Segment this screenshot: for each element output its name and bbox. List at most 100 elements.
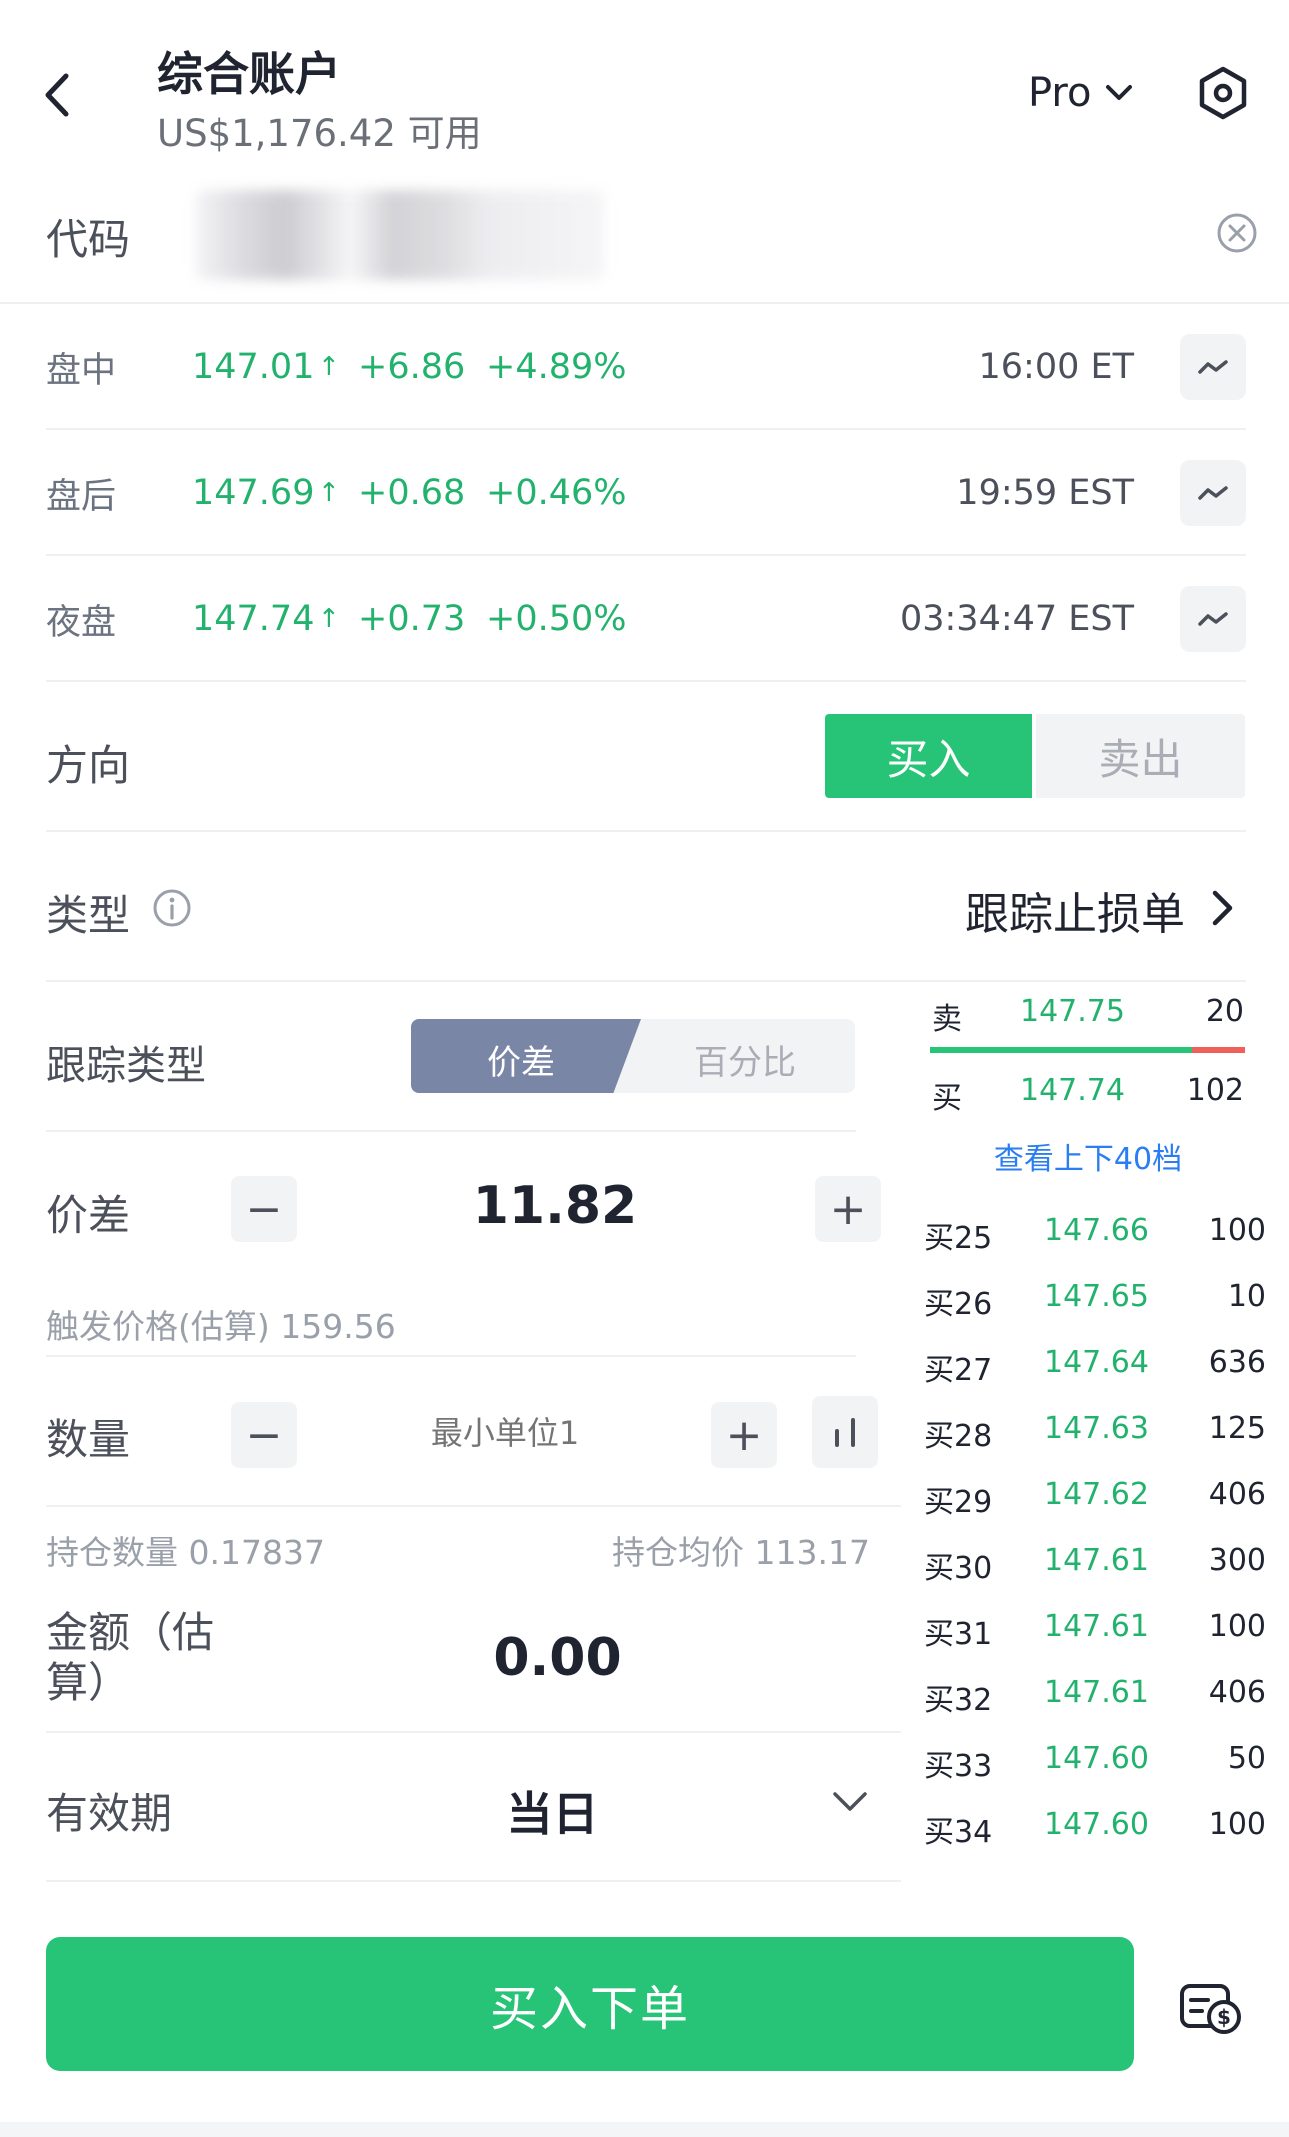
level-price: 147.61 <box>1044 1609 1149 1644</box>
quantity-increment-button[interactable]: + <box>711 1402 777 1468</box>
divider <box>46 1880 901 1882</box>
quantity-input[interactable] <box>400 1414 610 1452</box>
mode-selector[interactable]: Pro <box>1028 70 1133 116</box>
quote-price: 147.74 <box>192 599 315 639</box>
quote-percent: +0.50% <box>486 599 627 639</box>
quote-price: 147.01 <box>192 347 315 387</box>
validity-value[interactable]: 当日 <box>470 1778 635 1844</box>
level-label: 买25 <box>924 1221 993 1256</box>
spread-label: 价差 <box>46 1191 131 1240</box>
chevron-down-icon[interactable] <box>832 1790 868 1814</box>
quote-price: 147.69 <box>192 473 315 513</box>
quote-change: +0.68 <box>358 473 466 513</box>
trend-chart-button[interactable] <box>1180 460 1246 526</box>
order-type-label: 类型 <box>46 891 131 940</box>
available-balance: US$1,176.42 可用 <box>157 112 482 155</box>
level-size: 50 <box>1227 1741 1266 1776</box>
divider <box>46 1130 856 1132</box>
trail-option-spread[interactable]: 价差 <box>411 1035 631 1084</box>
level-price: 147.64 <box>1044 1345 1149 1380</box>
info-icon[interactable] <box>152 888 192 928</box>
bid-size: 102 <box>1186 1073 1244 1108</box>
up-arrow-icon: ↑ <box>318 352 340 382</box>
level-size: 125 <box>1208 1411 1266 1446</box>
spread-value[interactable]: 11.82 <box>430 1176 680 1236</box>
level-label: 买33 <box>924 1749 993 1784</box>
quote-change: +6.86 <box>358 347 466 387</box>
back-arrow-icon[interactable] <box>38 70 78 120</box>
trend-chart-button[interactable] <box>1180 334 1246 400</box>
clear-icon[interactable] <box>1216 212 1258 254</box>
spread-increment-button[interactable]: + <box>815 1176 881 1242</box>
orderbook-level-row: 买26 147.65 10 <box>924 1279 1266 1323</box>
level-label: 买30 <box>924 1551 993 1586</box>
position-size-button[interactable] <box>812 1396 878 1468</box>
buy-toggle-button[interactable]: 买入 <box>825 714 1032 798</box>
chevron-right-icon[interactable] <box>1208 888 1238 928</box>
divider <box>46 1731 901 1733</box>
level-size: 100 <box>1208 1213 1266 1248</box>
level-label: 买28 <box>924 1419 993 1454</box>
bid-price: 147.74 <box>1020 1073 1125 1108</box>
code-label: 代码 <box>46 215 131 264</box>
quantity-decrement-button[interactable]: − <box>231 1402 297 1468</box>
trail-type-label: 跟踪类型 <box>46 1043 206 1089</box>
level-price: 147.61 <box>1044 1543 1149 1578</box>
divider <box>46 1505 901 1507</box>
svg-text:$: $ <box>1217 2005 1231 2029</box>
quote-row-after-hours: 盘后 147.69 ↑ +0.68 +0.46% 19:59 EST <box>46 458 1246 528</box>
holding-quantity: 持仓数量 0.17837 <box>46 1533 325 1572</box>
trigger-price-estimate: 触发价格(估算) 159.56 <box>46 1307 396 1346</box>
direction-label: 方向 <box>46 741 131 790</box>
submit-buy-order-button[interactable]: 买入下单 <box>46 1937 1134 2071</box>
account-title: 综合账户 <box>157 47 341 101</box>
orderbook-level-row: 买31 147.61 100 <box>924 1609 1266 1653</box>
order-type-value[interactable]: 跟踪止损单 <box>965 878 1185 942</box>
validity-label: 有效期 <box>46 1789 173 1838</box>
orderbook-level-row: 买27 147.64 636 <box>924 1345 1266 1389</box>
quote-percent: +0.46% <box>486 473 627 513</box>
amount-label: 金额（估算） <box>46 1608 215 1707</box>
session-label: 盘后 <box>46 476 117 517</box>
quote-time: 03:34:47 EST <box>899 599 1134 639</box>
level-label: 买29 <box>924 1485 993 1520</box>
level-size: 636 <box>1208 1345 1266 1380</box>
sell-toggle-button[interactable]: 卖出 <box>1036 714 1245 798</box>
divider <box>46 428 1246 430</box>
divider <box>46 1355 856 1357</box>
level-label: 买34 <box>924 1815 993 1850</box>
funds-wallet-icon[interactable]: $ <box>1178 1980 1244 2036</box>
mode-label: Pro <box>1028 70 1092 116</box>
ask-ratio-segment <box>1192 1047 1245 1053</box>
level-size: 100 <box>1208 1807 1266 1842</box>
bar-chart-icon <box>835 1418 855 1447</box>
level-label: 买32 <box>924 1683 993 1718</box>
level-size: 406 <box>1208 1675 1266 1710</box>
quote-time: 19:59 EST <box>956 473 1134 513</box>
view-40-levels-link[interactable]: 查看上下40档 <box>932 1134 1244 1178</box>
orderbook-level-row: 买32 147.61 406 <box>924 1675 1266 1719</box>
trail-option-percent[interactable]: 百分比 <box>640 1035 850 1084</box>
symbol-input-blurred[interactable] <box>195 190 605 280</box>
divider <box>0 302 1289 304</box>
settings-hexagon-icon[interactable] <box>1196 66 1250 120</box>
trend-icon <box>1198 486 1228 500</box>
amount-value: 0.00 <box>493 1628 622 1688</box>
session-label: 夜盘 <box>46 602 117 643</box>
orderbook-best-bid: 买 147.74 102 <box>932 1073 1244 1117</box>
session-label: 盘中 <box>46 350 117 391</box>
up-arrow-icon: ↑ <box>318 604 340 634</box>
quote-percent: +4.89% <box>486 347 627 387</box>
ask-side-label: 卖 <box>932 1002 962 1037</box>
trend-chart-button[interactable] <box>1180 586 1246 652</box>
level-label: 买27 <box>924 1353 993 1388</box>
level-price: 147.63 <box>1044 1411 1149 1446</box>
ask-size: 20 <box>1205 994 1244 1029</box>
orderbook-level-row: 买25 147.66 100 <box>924 1213 1266 1257</box>
level-price: 147.65 <box>1044 1279 1149 1314</box>
ask-price: 147.75 <box>1020 994 1125 1029</box>
chevron-down-icon <box>1106 85 1133 100</box>
quote-time: 16:00 ET <box>978 347 1134 387</box>
bottom-safe-area <box>0 2122 1289 2137</box>
spread-decrement-button[interactable]: − <box>231 1176 297 1242</box>
